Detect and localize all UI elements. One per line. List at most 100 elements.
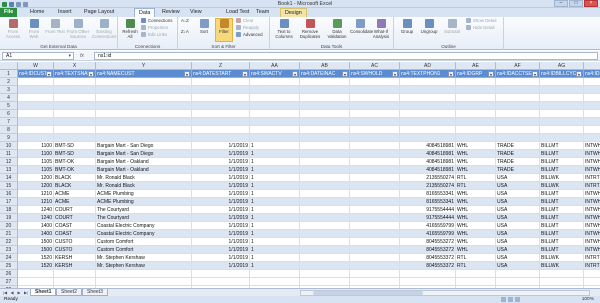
properties-button[interactable]: Properties xyxy=(141,25,168,31)
cell[interactable] xyxy=(350,190,400,198)
cell[interactable] xyxy=(300,206,350,214)
cell[interactable]: 1/1/2019 xyxy=(192,238,250,246)
cell[interactable]: 1/1/2019 xyxy=(192,166,250,174)
row-header[interactable]: 19 xyxy=(0,214,18,222)
cell[interactable]: BLACK xyxy=(54,174,96,182)
cell[interactable] xyxy=(350,174,400,182)
cell[interactable]: TRADE xyxy=(496,142,540,150)
cell[interactable]: 9175554444 xyxy=(400,214,456,222)
cell[interactable] xyxy=(350,150,400,158)
cell[interactable] xyxy=(96,102,192,110)
cell[interactable]: USA xyxy=(496,254,540,262)
sort-z-a-button[interactable]: Z↓A xyxy=(181,29,189,35)
chevron-down-icon[interactable]: ▾ xyxy=(68,53,71,60)
cell[interactable]: WHL xyxy=(456,142,496,150)
row-header[interactable]: 20 xyxy=(0,222,18,230)
cell[interactable]: 1 xyxy=(250,254,300,262)
cell[interactable]: INTWHS xyxy=(584,166,600,174)
cell[interactable]: BLACK xyxy=(54,182,96,190)
cell[interactable]: 1200 xyxy=(18,182,54,190)
cell[interactable]: 1105 xyxy=(18,158,54,166)
cell[interactable]: BILLMT xyxy=(540,238,584,246)
cell[interactable]: 1 xyxy=(250,246,300,254)
cell[interactable]: BILLWK xyxy=(540,262,584,270)
cell[interactable] xyxy=(496,110,540,118)
cell[interactable]: 1/1/2019 xyxy=(192,222,250,230)
row-header[interactable]: 12 xyxy=(0,158,18,166)
sort-button[interactable]: Sort xyxy=(195,19,213,34)
cell[interactable]: INTRTL xyxy=(584,182,600,190)
row-header[interactable]: 17 xyxy=(0,198,18,206)
name-box[interactable]: A1 ▾ xyxy=(2,52,74,60)
cell[interactable]: 1240 xyxy=(18,206,54,214)
cell[interactable] xyxy=(54,110,96,118)
formula-input[interactable]: ns1:id xyxy=(94,52,598,60)
cell[interactable]: USA xyxy=(496,206,540,214)
cell[interactable]: 8165553341 xyxy=(400,198,456,206)
cell[interactable]: 1/1/2019 xyxy=(192,206,250,214)
column-header[interactable]: AB xyxy=(300,62,350,70)
cell[interactable]: WHL xyxy=(456,230,496,238)
column-header[interactable]: X xyxy=(54,62,96,70)
cell[interactable] xyxy=(350,118,400,126)
cell[interactable] xyxy=(300,94,350,102)
cell[interactable]: INTWHS xyxy=(584,158,600,166)
filter-dropdown-icon[interactable]: ▾ xyxy=(532,71,538,77)
cell[interactable]: BILLWK xyxy=(540,182,584,190)
reapply-button[interactable]: Reapply xyxy=(236,25,259,31)
row-header[interactable]: 21 xyxy=(0,230,18,238)
cell[interactable]: 1 xyxy=(250,222,300,230)
cell[interactable] xyxy=(496,134,540,142)
cell[interactable]: 1 xyxy=(250,198,300,206)
cell[interactable] xyxy=(192,278,250,286)
cell[interactable]: Bargain Mart - San Diego xyxy=(96,150,192,158)
cell[interactable]: 9175554444 xyxy=(400,206,456,214)
cell[interactable] xyxy=(400,110,456,118)
cell[interactable] xyxy=(300,126,350,134)
tab-data[interactable]: Data xyxy=(134,8,156,17)
cell[interactable]: 1/1/2019 xyxy=(192,150,250,158)
cell[interactable] xyxy=(300,102,350,110)
cell[interactable] xyxy=(18,102,54,110)
subtotal-button[interactable]: Subtotal xyxy=(441,19,463,34)
cell[interactable] xyxy=(192,126,250,134)
cell[interactable]: 4165559799 xyxy=(400,222,456,230)
cell[interactable] xyxy=(456,78,496,86)
cell[interactable] xyxy=(584,270,600,278)
cell[interactable]: INTWHS xyxy=(584,198,600,206)
cell[interactable]: 1 xyxy=(250,230,300,238)
cell[interactable]: 1 xyxy=(250,158,300,166)
cell[interactable] xyxy=(350,214,400,222)
cell[interactable] xyxy=(350,102,400,110)
table-header-cell[interactable]: ns4:DATEINAC ▾ xyxy=(300,70,350,78)
clear-filter-button[interactable]: Clear xyxy=(236,18,254,24)
cell[interactable]: 1520 xyxy=(18,262,54,270)
cell[interactable]: BILLMT xyxy=(540,198,584,206)
cell[interactable]: 1 xyxy=(250,262,300,270)
cell[interactable] xyxy=(496,118,540,126)
cell[interactable] xyxy=(18,118,54,126)
cell[interactable] xyxy=(96,110,192,118)
filter-dropdown-icon[interactable]: ▾ xyxy=(576,71,582,77)
undo-icon[interactable] xyxy=(16,1,21,7)
cell[interactable] xyxy=(350,142,400,150)
from-other-sources-button[interactable]: From Other Sources xyxy=(66,19,90,39)
row-header[interactable]: 16 xyxy=(0,190,18,198)
cell[interactable] xyxy=(96,126,192,134)
cell[interactable]: COURT xyxy=(54,214,96,222)
connections-button[interactable]: Connections xyxy=(141,18,172,24)
cell[interactable]: BILLMT xyxy=(540,166,584,174)
cell[interactable] xyxy=(250,126,300,134)
filter-dropdown-icon[interactable]: ▾ xyxy=(88,71,94,77)
cell[interactable]: BILLMT xyxy=(540,190,584,198)
cell[interactable]: WHL xyxy=(456,198,496,206)
cell[interactable] xyxy=(540,126,584,134)
table-header-cell[interactable]: ns4:NAMECUST ▾ xyxy=(96,70,192,78)
tab-review[interactable]: Review xyxy=(158,8,184,17)
maximize-icon[interactable]: □ xyxy=(569,0,583,7)
cell[interactable]: RTL xyxy=(456,254,496,262)
cell[interactable] xyxy=(496,102,540,110)
cell[interactable] xyxy=(456,110,496,118)
cell[interactable] xyxy=(584,94,600,102)
page-break-view-icon[interactable] xyxy=(515,297,520,302)
